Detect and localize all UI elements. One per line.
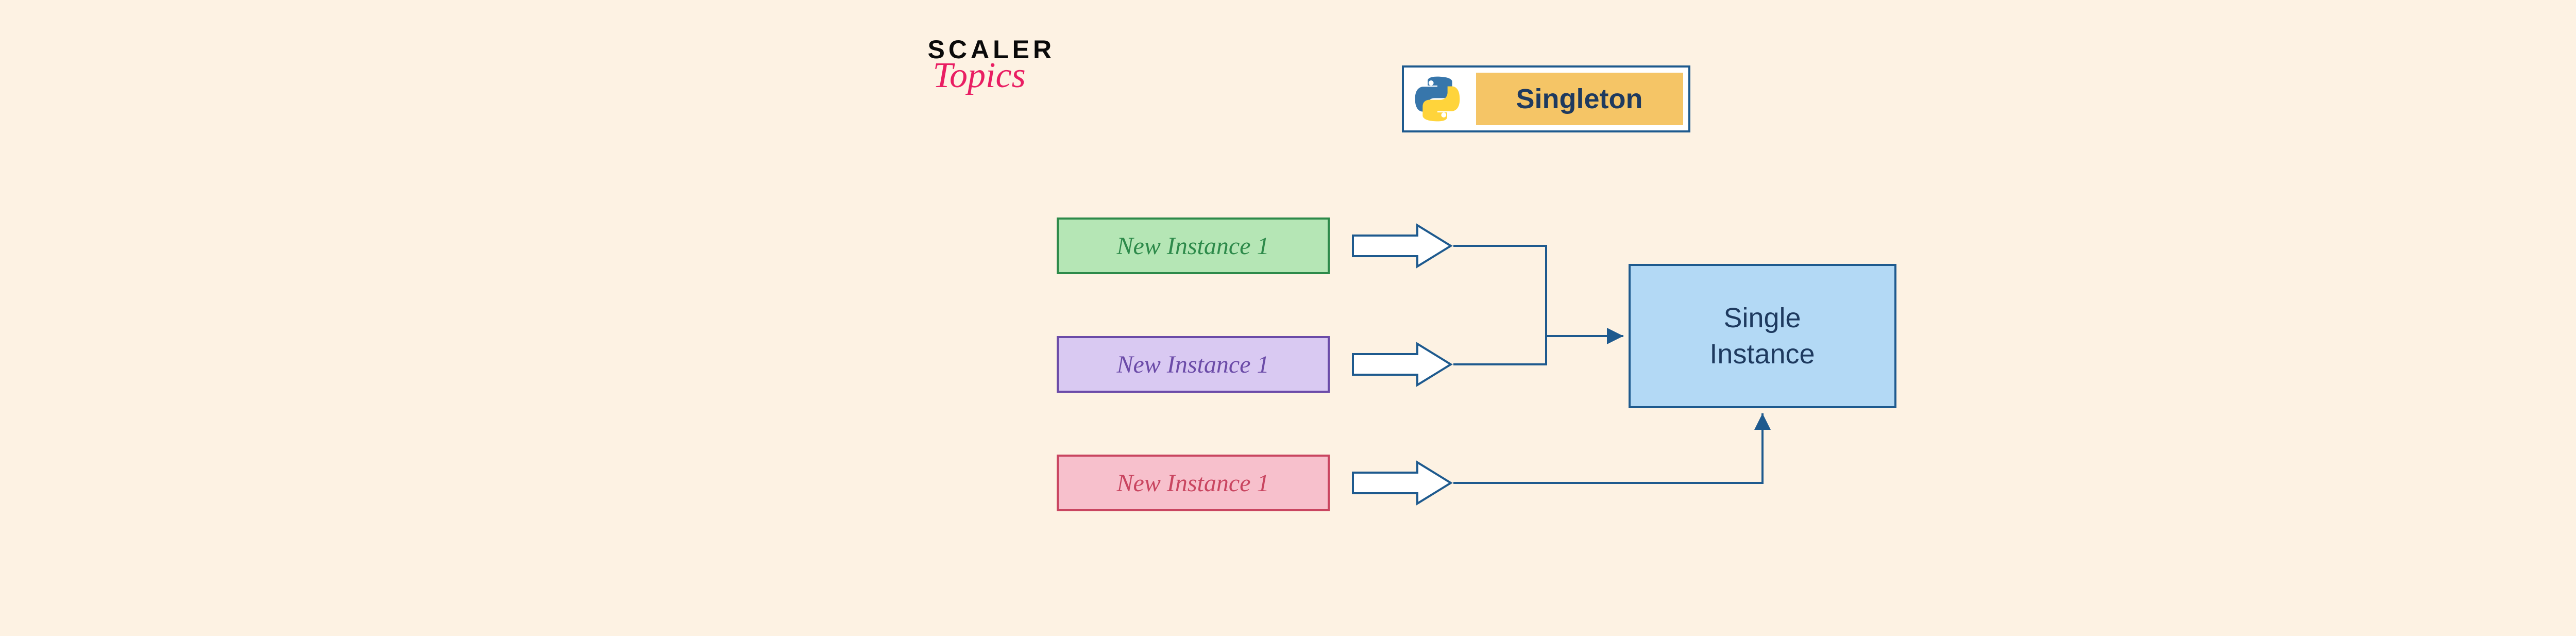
- arrow-icon: [1350, 341, 1453, 388]
- single-instance-box: Single Instance: [1629, 264, 1896, 408]
- instance-label-1: New Instance 1: [1117, 232, 1269, 260]
- arrow-icon: [1350, 223, 1453, 269]
- diagram-canvas: SCALER Topics Singleton New Instance 1 N…: [928, 35, 2164, 601]
- single-instance-label: Single Instance: [1709, 300, 1815, 372]
- instance-box-2: New Instance 1: [1057, 336, 1330, 393]
- instance-label-3: New Instance 1: [1117, 469, 1269, 497]
- instance-box-3: New Instance 1: [1057, 455, 1330, 511]
- python-logo-icon: [1404, 68, 1471, 130]
- scaler-topics-logo: SCALER Topics: [928, 35, 1056, 96]
- singleton-badge: Singleton: [1402, 65, 1690, 132]
- arrow-icon: [1350, 460, 1453, 506]
- singleton-label: Singleton: [1476, 73, 1683, 125]
- instance-box-1: New Instance 1: [1057, 217, 1330, 274]
- instance-label-2: New Instance 1: [1117, 350, 1269, 379]
